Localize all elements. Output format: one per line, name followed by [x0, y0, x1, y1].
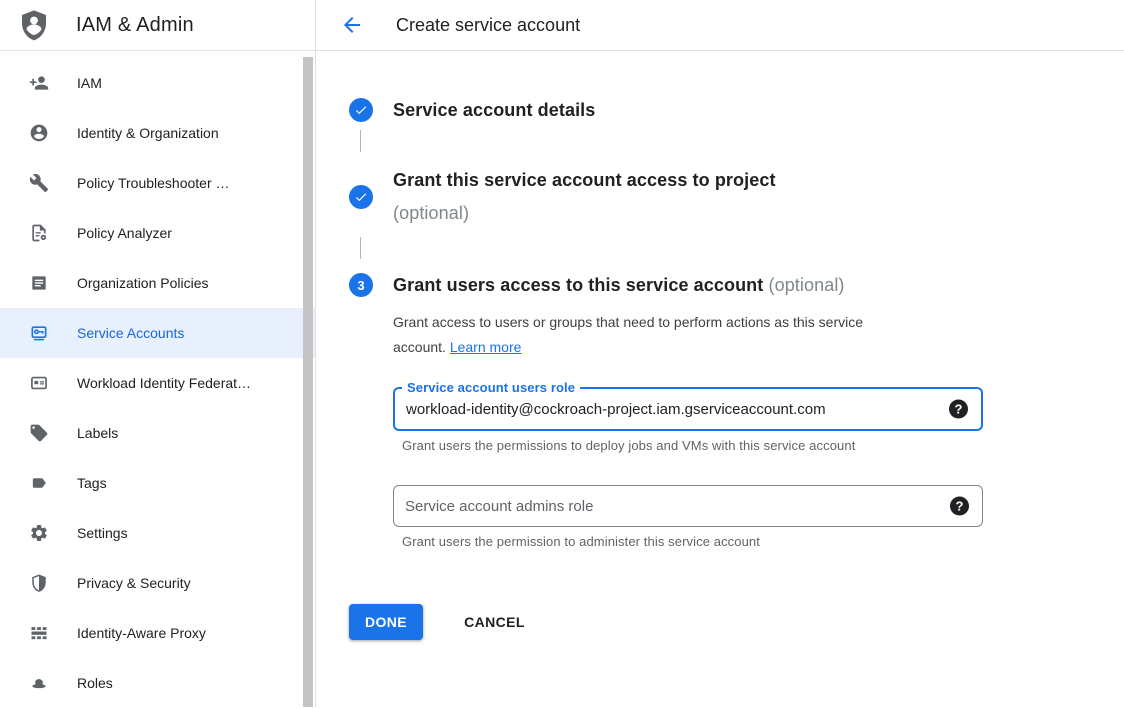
cancel-button[interactable]: CANCEL	[456, 604, 533, 640]
sidebar-item-label: Policy Troubleshooter …	[77, 175, 230, 191]
page-header: Create service account	[316, 0, 1124, 51]
sidebar-item-organization-policies[interactable]: Organization Policies	[0, 258, 315, 308]
sidebar-item-label: Policy Analyzer	[77, 225, 172, 241]
sidebar-scrollbar[interactable]	[303, 57, 313, 707]
sidebar-item-roles[interactable]: Roles	[0, 658, 315, 708]
step-1-completed-badge	[349, 98, 373, 122]
sidebar-item-settings[interactable]: Settings	[0, 508, 315, 558]
shield-icon	[28, 572, 50, 594]
main-panel: Create service account Service account d…	[316, 0, 1124, 707]
step-service-account-details: Service account details	[349, 98, 1124, 122]
step-grant-users-access: 3 Grant users access to this service acc…	[349, 273, 1124, 549]
tag-icon	[28, 472, 50, 494]
sidebar-item-tags[interactable]: Tags	[0, 458, 315, 508]
step-3-number-badge: 3	[349, 273, 373, 297]
sidebar-item-label: Service Accounts	[77, 325, 184, 341]
admins-role-input-box: ?	[393, 485, 983, 527]
back-button[interactable]	[340, 13, 364, 37]
wrench-icon	[28, 172, 50, 194]
step-3-optional-label: (optional)	[768, 275, 844, 295]
admins-role-help-icon[interactable]: ?	[950, 497, 969, 516]
sidebar-header: IAM & Admin	[0, 0, 315, 51]
sidebar-item-label: Identity & Organization	[77, 125, 219, 141]
step-3-description: Grant access to users or groups that nee…	[393, 310, 913, 360]
iam-shield-logo-icon	[18, 8, 50, 42]
users-role-helper-text: Grant users the permissions to deploy jo…	[402, 438, 983, 453]
users-role-input-box: Service account users role ?	[393, 387, 983, 431]
hat-icon	[28, 672, 50, 694]
sidebar-item-policy-analyzer[interactable]: Policy Analyzer	[0, 208, 315, 258]
account-circle-icon	[28, 122, 50, 144]
sidebar-item-label: Settings	[77, 525, 128, 541]
sidebar-item-identity-aware-proxy[interactable]: Identity-Aware Proxy	[0, 608, 315, 658]
service-account-admins-role-field: ? Grant users the permission to administ…	[393, 485, 983, 549]
gear-icon	[28, 522, 50, 544]
sidebar-item-iam[interactable]: IAM	[0, 58, 315, 108]
admins-role-input[interactable]	[394, 486, 982, 526]
step-connector	[360, 130, 361, 152]
sidebar-item-label: Tags	[77, 475, 107, 491]
check-icon	[354, 190, 368, 204]
step-connector	[360, 237, 361, 259]
check-icon	[354, 103, 368, 117]
admins-role-helper-text: Grant users the permission to administer…	[402, 534, 983, 549]
wizard-content: Service account details Grant this servi…	[316, 51, 1124, 640]
sidebar-item-labels[interactable]: Labels	[0, 408, 315, 458]
step-1-title: Service account details	[393, 98, 595, 122]
step-2-completed-badge	[349, 185, 373, 209]
step-grant-access-to-project: Grant this service account access to pro…	[349, 164, 1124, 230]
sidebar-item-label: Roles	[77, 675, 113, 691]
label-tag-icon	[28, 422, 50, 444]
step-3-title: Grant users access to this service accou…	[393, 273, 983, 297]
wizard-actions: DONE CANCEL	[349, 604, 1124, 640]
sidebar-item-label: Workload Identity Federat…	[77, 375, 251, 391]
sidebar-item-label: Labels	[77, 425, 118, 441]
sidebar-item-label: Organization Policies	[77, 275, 209, 291]
sidebar-item-label: IAM	[77, 75, 102, 91]
done-button[interactable]: DONE	[349, 604, 423, 640]
step-2-optional-label: (optional)	[393, 197, 776, 230]
sidebar-item-privacy-security[interactable]: Privacy & Security	[0, 558, 315, 608]
sidebar-item-label: Identity-Aware Proxy	[77, 625, 206, 641]
sidebar-item-workload-identity-federation[interactable]: Workload Identity Federat…	[0, 358, 315, 408]
iam-admin-app: IAM & Admin IAM Identity & Organization	[0, 0, 1124, 707]
sidebar: IAM & Admin IAM Identity & Organization	[0, 0, 316, 707]
service-accounts-icon	[28, 322, 50, 344]
proxy-icon	[28, 622, 50, 644]
person-add-icon	[28, 72, 50, 94]
sidebar-item-label: Privacy & Security	[77, 575, 191, 591]
sidebar-nav: IAM Identity & Organization Policy Troub…	[0, 51, 315, 708]
step-2-title: Grant this service account access to pro…	[393, 164, 776, 230]
service-account-users-role-field: Service account users role ? Grant users…	[393, 387, 983, 453]
product-title: IAM & Admin	[76, 14, 194, 37]
sidebar-item-identity-organization[interactable]: Identity & Organization	[0, 108, 315, 158]
workload-identity-icon	[28, 372, 50, 394]
org-policies-icon	[28, 272, 50, 294]
policy-analyzer-icon	[28, 222, 50, 244]
sidebar-item-service-accounts[interactable]: Service Accounts	[0, 308, 315, 358]
arrow-back-icon	[340, 13, 364, 37]
sidebar-item-policy-troubleshooter[interactable]: Policy Troubleshooter …	[0, 158, 315, 208]
learn-more-link[interactable]: Learn more	[450, 339, 522, 355]
page-title: Create service account	[396, 15, 580, 36]
users-role-help-icon[interactable]: ?	[949, 400, 968, 419]
users-role-floating-label: Service account users role	[402, 380, 580, 396]
